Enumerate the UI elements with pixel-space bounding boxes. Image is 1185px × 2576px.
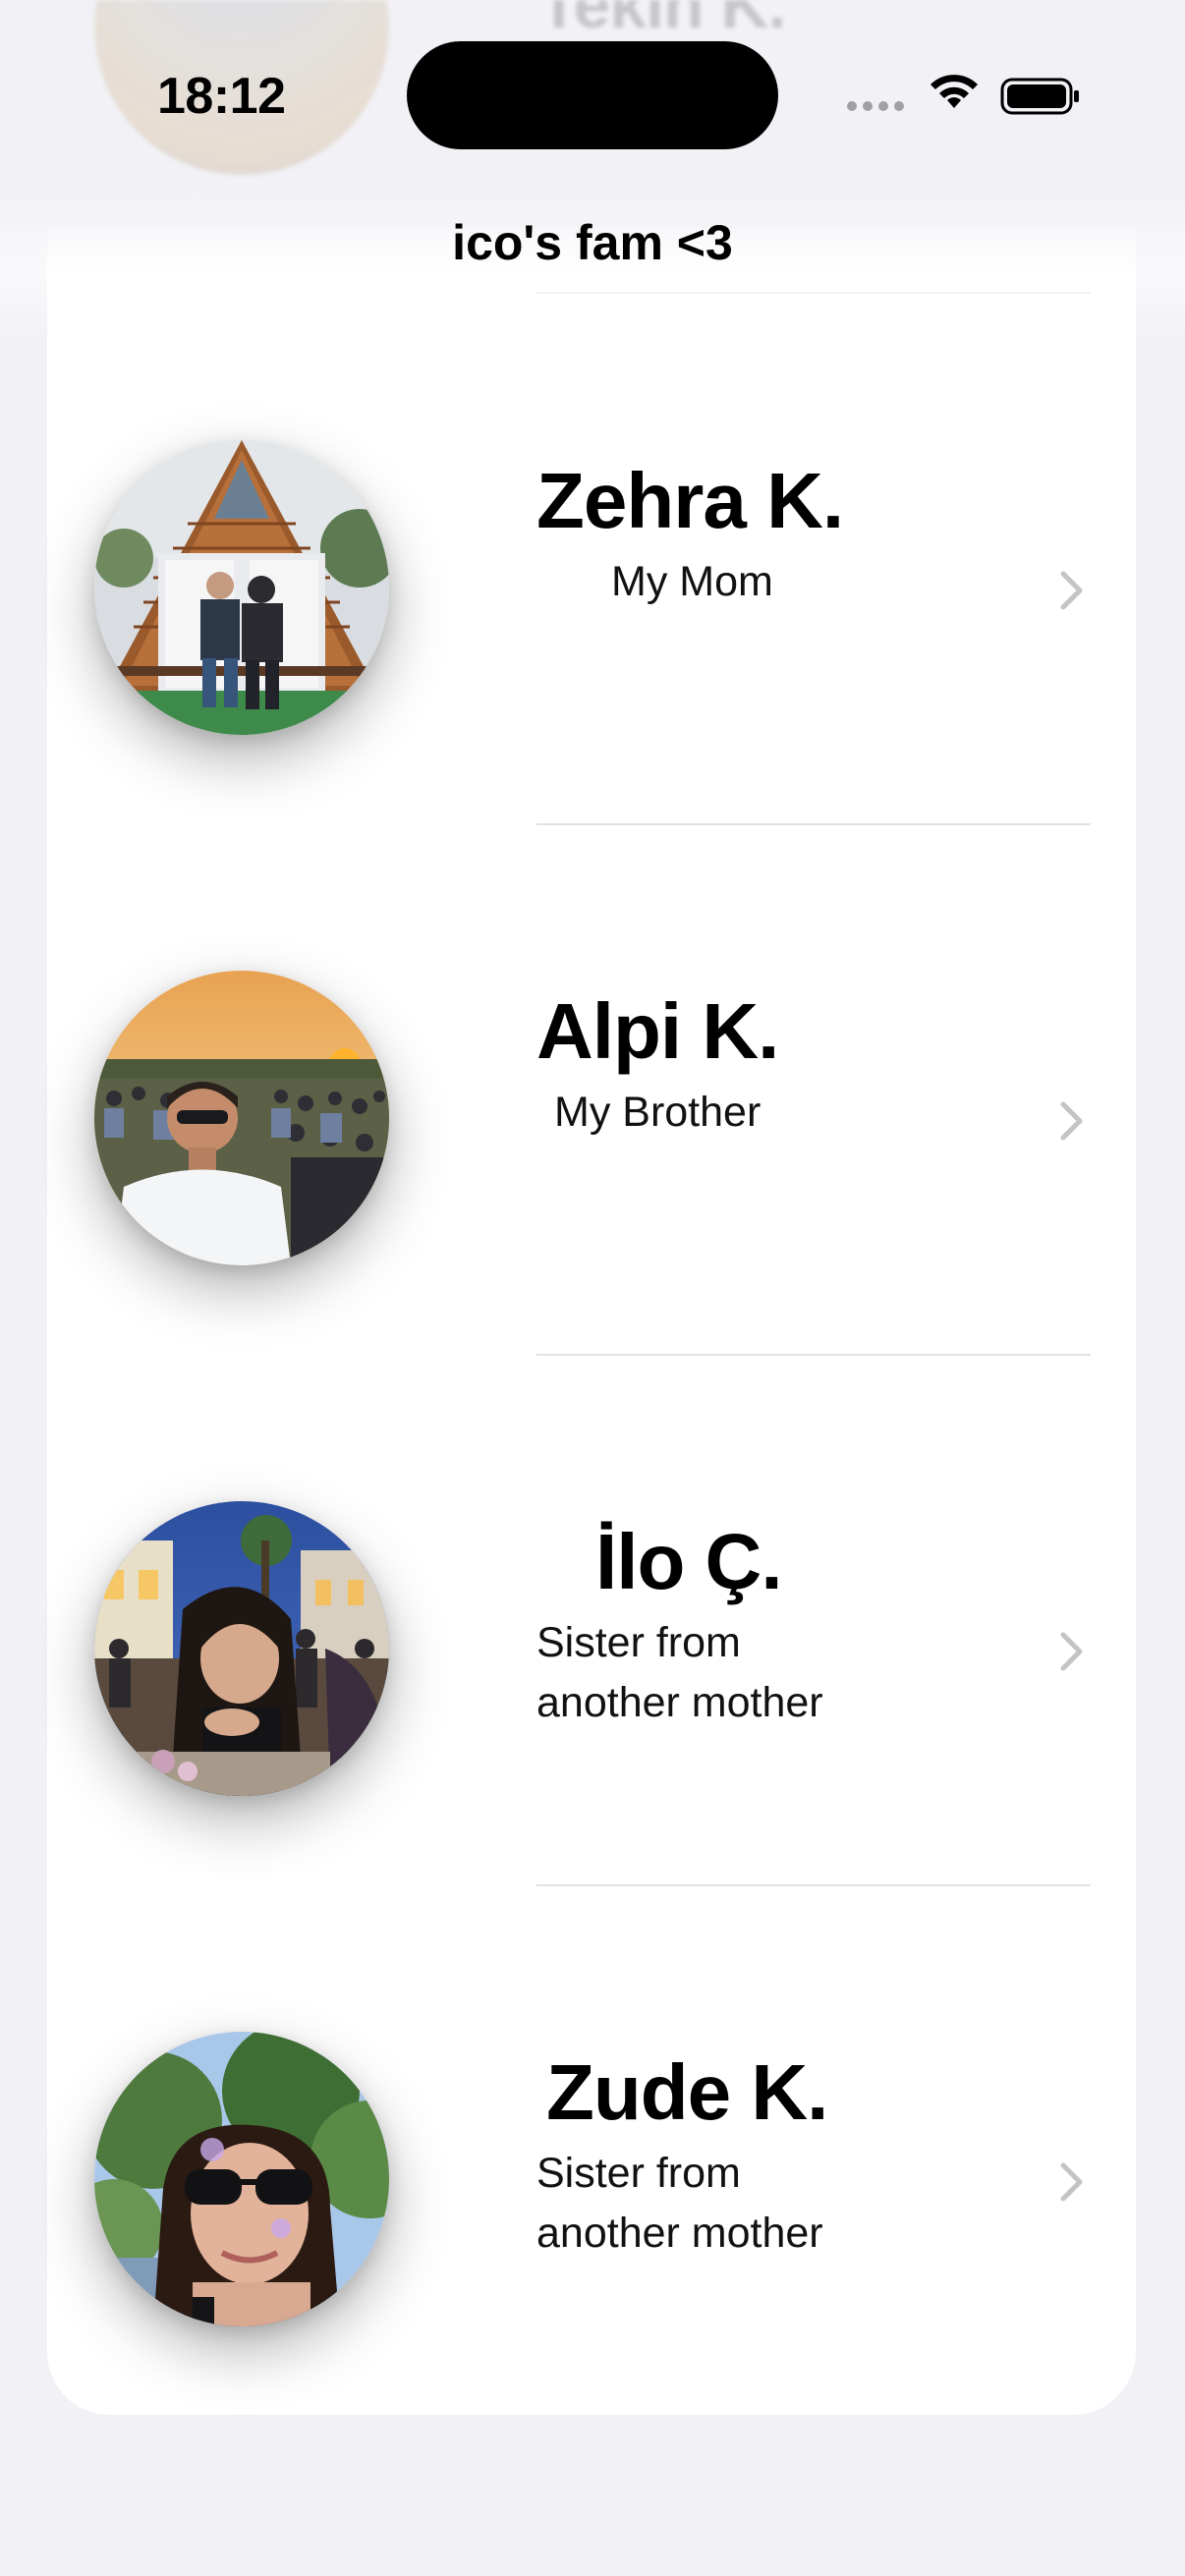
dynamic-island (407, 41, 778, 149)
chevron-right-icon (1060, 1101, 1083, 1141)
wifi-icon (931, 75, 978, 108)
list-item-zude[interactable]: Zude K. Sister from another mother (47, 1886, 1136, 2417)
status-time: 18:12 (157, 68, 286, 125)
page-title: ico's fam <3 (452, 215, 733, 270)
photo-girl-night-street-icon (94, 1501, 389, 1796)
contact-name: Zude K. (546, 2048, 828, 2136)
chevron-right-icon (1060, 1632, 1083, 1671)
avatar (94, 971, 389, 1265)
avatar (94, 2032, 389, 2326)
contact-relation: My Mom (611, 558, 773, 605)
contact-relation: Sister from another mother (536, 2150, 823, 2257)
list-item-alpi[interactable]: Alpi K. My Brother (47, 825, 1136, 1356)
avatar (94, 1501, 389, 1796)
contact-relation: Sister from another mother (536, 1619, 823, 1726)
chevron-right-icon (1060, 571, 1083, 610)
battery-icon (1000, 78, 1079, 115)
photo-boy-sunset-crowd-icon (94, 971, 389, 1265)
list-item-zehra[interactable]: Zehra K. My Mom (47, 295, 1136, 825)
avatar (94, 440, 389, 735)
cellular-signal-icon (847, 101, 904, 111)
photo-girl-sunglasses-trees-icon (94, 2032, 389, 2326)
chevron-right-icon (1060, 2162, 1083, 2202)
status-bar: 18:12 (0, 0, 1185, 196)
contact-name: Zehra K. (536, 457, 844, 544)
contact-name: İlo Ç. (595, 1518, 783, 1605)
contact-relation: My Brother (554, 1089, 762, 1136)
photo-couple-cabin-icon (94, 440, 389, 735)
contact-name: Alpi K. (536, 987, 779, 1075)
list-item-ilo[interactable]: İlo Ç. Sister from another mother (47, 1356, 1136, 1886)
